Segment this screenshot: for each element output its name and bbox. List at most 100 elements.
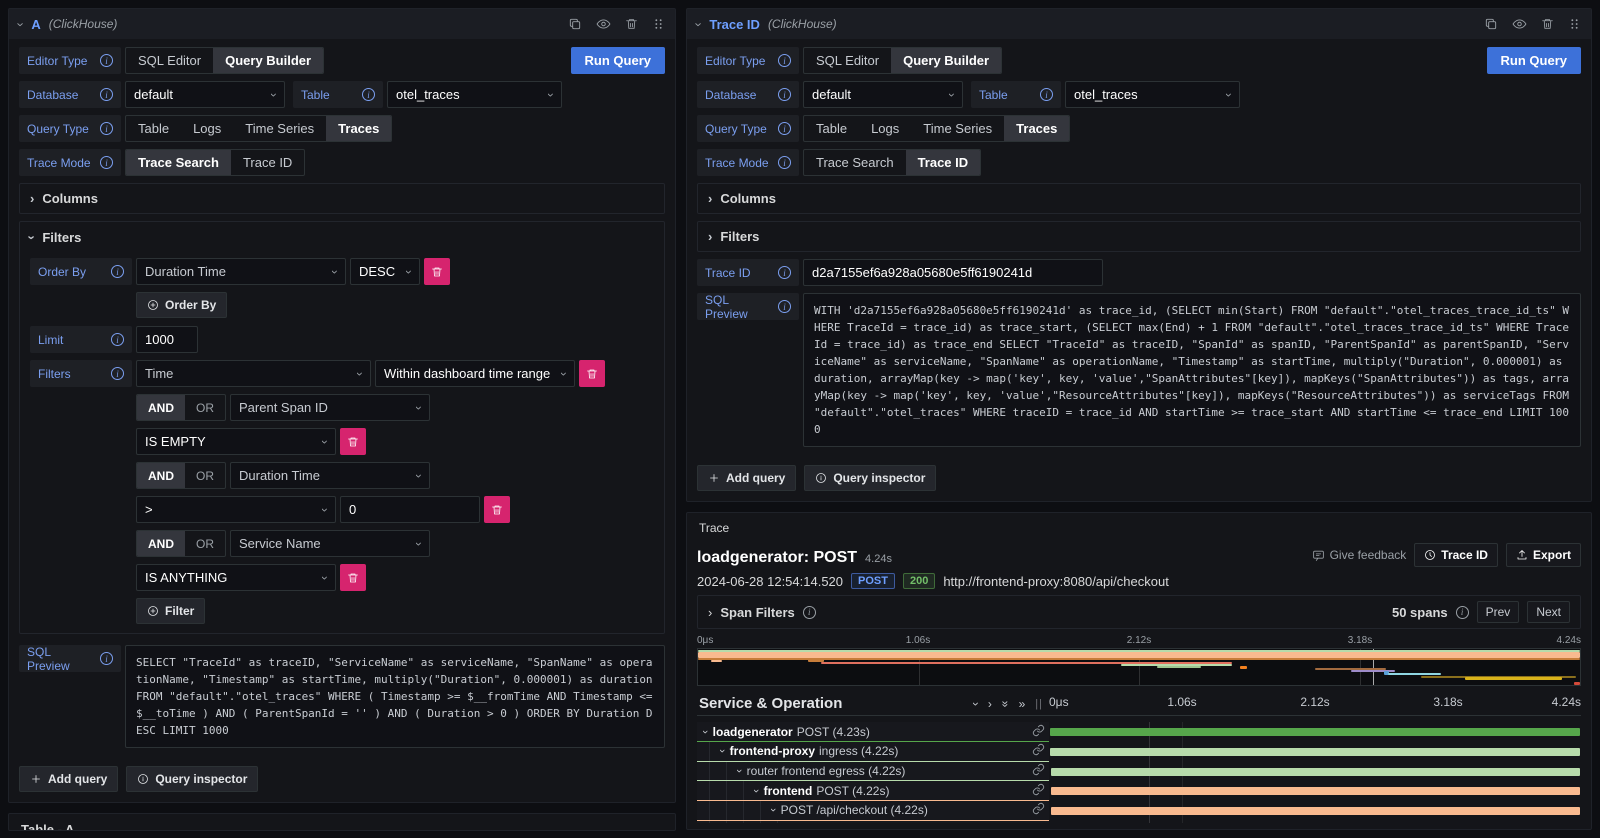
chevron-down-icon[interactable]: ›: [767, 809, 779, 813]
span-row[interactable]: ›POST /api/checkout (4.22s): [697, 801, 1581, 821]
info-icon[interactable]: i: [100, 156, 113, 169]
span-bar-cell[interactable]: [1049, 801, 1581, 821]
segment-option-traces[interactable]: Traces: [326, 116, 391, 141]
and-option[interactable]: AND: [137, 531, 185, 556]
segment-option-logs[interactable]: Logs: [181, 116, 233, 141]
table-select[interactable]: otel_traces›: [1065, 81, 1240, 108]
run-query-button[interactable]: Run Query: [571, 47, 665, 74]
info-icon[interactable]: i: [803, 606, 816, 619]
column-resize-handle[interactable]: ||: [1035, 698, 1043, 710]
span-filters-label[interactable]: Span Filters: [720, 605, 794, 620]
order-by-direction-select[interactable]: DESC›: [350, 258, 420, 285]
span-row[interactable]: ›executing api route (pages) /api/checko…: [697, 821, 1581, 823]
span-bar-cell[interactable]: [1049, 742, 1581, 762]
order-by-field-select[interactable]: Duration Time›: [136, 258, 346, 285]
panel-a-header[interactable]: › A (ClickHouse): [9, 9, 675, 39]
panel-traceid-header[interactable]: › Trace ID (ClickHouse): [687, 9, 1591, 39]
columns-section-toggle[interactable]: › Columns: [697, 183, 1581, 214]
condition-field-select[interactable]: Duration Time›: [230, 462, 430, 489]
columns-section-toggle[interactable]: › Columns: [19, 183, 665, 214]
span-name-cell[interactable]: ›frontendPOST (4.22s): [697, 781, 1049, 801]
segment-option-time-series[interactable]: Time Series: [911, 116, 1004, 141]
predicate-select[interactable]: IS EMPTY›: [136, 428, 336, 455]
minimap-canvas[interactable]: [697, 648, 1581, 686]
segment-option-trace-search[interactable]: Trace Search: [804, 150, 906, 175]
eye-icon[interactable]: [596, 17, 611, 31]
span-name-cell[interactable]: ›router frontend egress (4.22s): [697, 762, 1049, 782]
remove-condition-button[interactable]: [484, 496, 510, 523]
info-icon[interactable]: i: [111, 367, 124, 380]
collapse-one-icon[interactable]: ›: [969, 702, 983, 706]
info-icon[interactable]: i: [778, 266, 791, 279]
remove-condition-button[interactable]: [340, 428, 366, 455]
info-icon[interactable]: i: [362, 88, 375, 101]
span-row[interactable]: ›frontendPOST (4.22s): [697, 781, 1581, 801]
export-button[interactable]: Export: [1506, 543, 1581, 567]
span-duration-bar[interactable]: [1050, 728, 1580, 736]
info-icon[interactable]: i: [100, 54, 113, 67]
add-filter-button[interactable]: Filter: [136, 598, 205, 624]
filter-field-select[interactable]: Time›: [136, 360, 371, 387]
chevron-down-icon[interactable]: ›: [716, 750, 728, 754]
span-row[interactable]: ›router frontend egress (4.22s): [697, 762, 1581, 782]
predicate-select[interactable]: IS ANYTHING›: [136, 564, 336, 591]
segment-option-table[interactable]: Table: [804, 116, 859, 141]
expand-one-icon[interactable]: ›: [988, 697, 992, 711]
span-name-cell[interactable]: ›POST /api/checkout (4.22s): [697, 801, 1049, 821]
span-duration-bar[interactable]: [1050, 748, 1580, 756]
segment-option-trace-id[interactable]: Trace ID: [906, 150, 981, 175]
span-duration-bar[interactable]: [1051, 787, 1580, 795]
trace-id-input[interactable]: d2a7155ef6a928a05680e5ff6190241d: [803, 259, 1103, 286]
span-name-cell[interactable]: ›executing api route (pages) /api/checko…: [697, 821, 1049, 823]
condition-field-select[interactable]: Parent Span ID›: [230, 394, 430, 421]
expand-all-icon[interactable]: »: [1019, 697, 1026, 711]
segment-option-logs[interactable]: Logs: [859, 116, 911, 141]
info-icon[interactable]: i: [778, 88, 791, 101]
segment-option-trace-id[interactable]: Trace ID: [231, 150, 304, 175]
span-link-icon[interactable]: [1032, 783, 1045, 799]
filter-value-select[interactable]: Within dashboard time range›: [375, 360, 575, 387]
and-option[interactable]: AND: [137, 463, 185, 488]
span-link-icon[interactable]: [1032, 763, 1045, 779]
chevron-down-icon[interactable]: ›: [699, 730, 711, 734]
info-icon[interactable]: i: [100, 88, 113, 101]
span-row[interactable]: ›loadgeneratorPOST (4.23s): [697, 722, 1581, 742]
add-query-button[interactable]: Add query: [19, 766, 118, 792]
info-icon[interactable]: i: [111, 265, 124, 278]
span-duration-bar[interactable]: [1051, 807, 1580, 815]
next-button[interactable]: Next: [1527, 601, 1570, 623]
span-link-icon[interactable]: [1032, 802, 1045, 818]
trash-icon[interactable]: [1541, 17, 1554, 31]
segment-option-trace-search[interactable]: Trace Search: [126, 150, 231, 175]
or-option[interactable]: OR: [185, 463, 225, 488]
give-feedback-link[interactable]: Give feedback: [1312, 548, 1407, 562]
trace-minimap[interactable]: 0μs1.06s2.12s3.18s4.24s: [697, 635, 1581, 686]
chevron-down-icon[interactable]: ›: [750, 789, 762, 793]
info-icon[interactable]: i: [778, 156, 791, 169]
info-icon[interactable]: i: [111, 333, 124, 346]
drag-handle-icon[interactable]: [652, 17, 665, 31]
collapse-icon[interactable]: ›: [692, 22, 707, 26]
chevron-down-icon[interactable]: ›: [733, 769, 745, 773]
span-link-icon[interactable]: [1032, 743, 1045, 759]
info-icon[interactable]: i: [1040, 88, 1053, 101]
filters-section-toggle[interactable]: › Filters: [697, 221, 1581, 252]
prev-button[interactable]: Prev: [1477, 601, 1520, 623]
span-duration-bar[interactable]: [1051, 768, 1580, 776]
segment-option-query-builder[interactable]: Query Builder: [213, 48, 323, 73]
eye-icon[interactable]: [1512, 17, 1527, 31]
span-bar-cell[interactable]: [1049, 821, 1581, 823]
database-select[interactable]: default›: [125, 81, 285, 108]
span-bar-cell[interactable]: [1049, 722, 1581, 742]
add-order-by-button[interactable]: Order By: [136, 292, 227, 318]
span-name-cell[interactable]: ›loadgeneratorPOST (4.23s): [697, 722, 1049, 742]
chevron-right-icon[interactable]: ›: [708, 605, 712, 620]
info-icon[interactable]: i: [778, 54, 791, 67]
segment-option-traces[interactable]: Traces: [1004, 116, 1069, 141]
collapse-all-icon[interactable]: »: [998, 701, 1012, 708]
info-icon[interactable]: i: [100, 122, 113, 135]
remove-condition-button[interactable]: [340, 564, 366, 591]
segment-option-query-builder[interactable]: Query Builder: [891, 48, 1001, 73]
remove-order-by-button[interactable]: [424, 258, 450, 285]
operator-select[interactable]: >›: [136, 496, 336, 523]
